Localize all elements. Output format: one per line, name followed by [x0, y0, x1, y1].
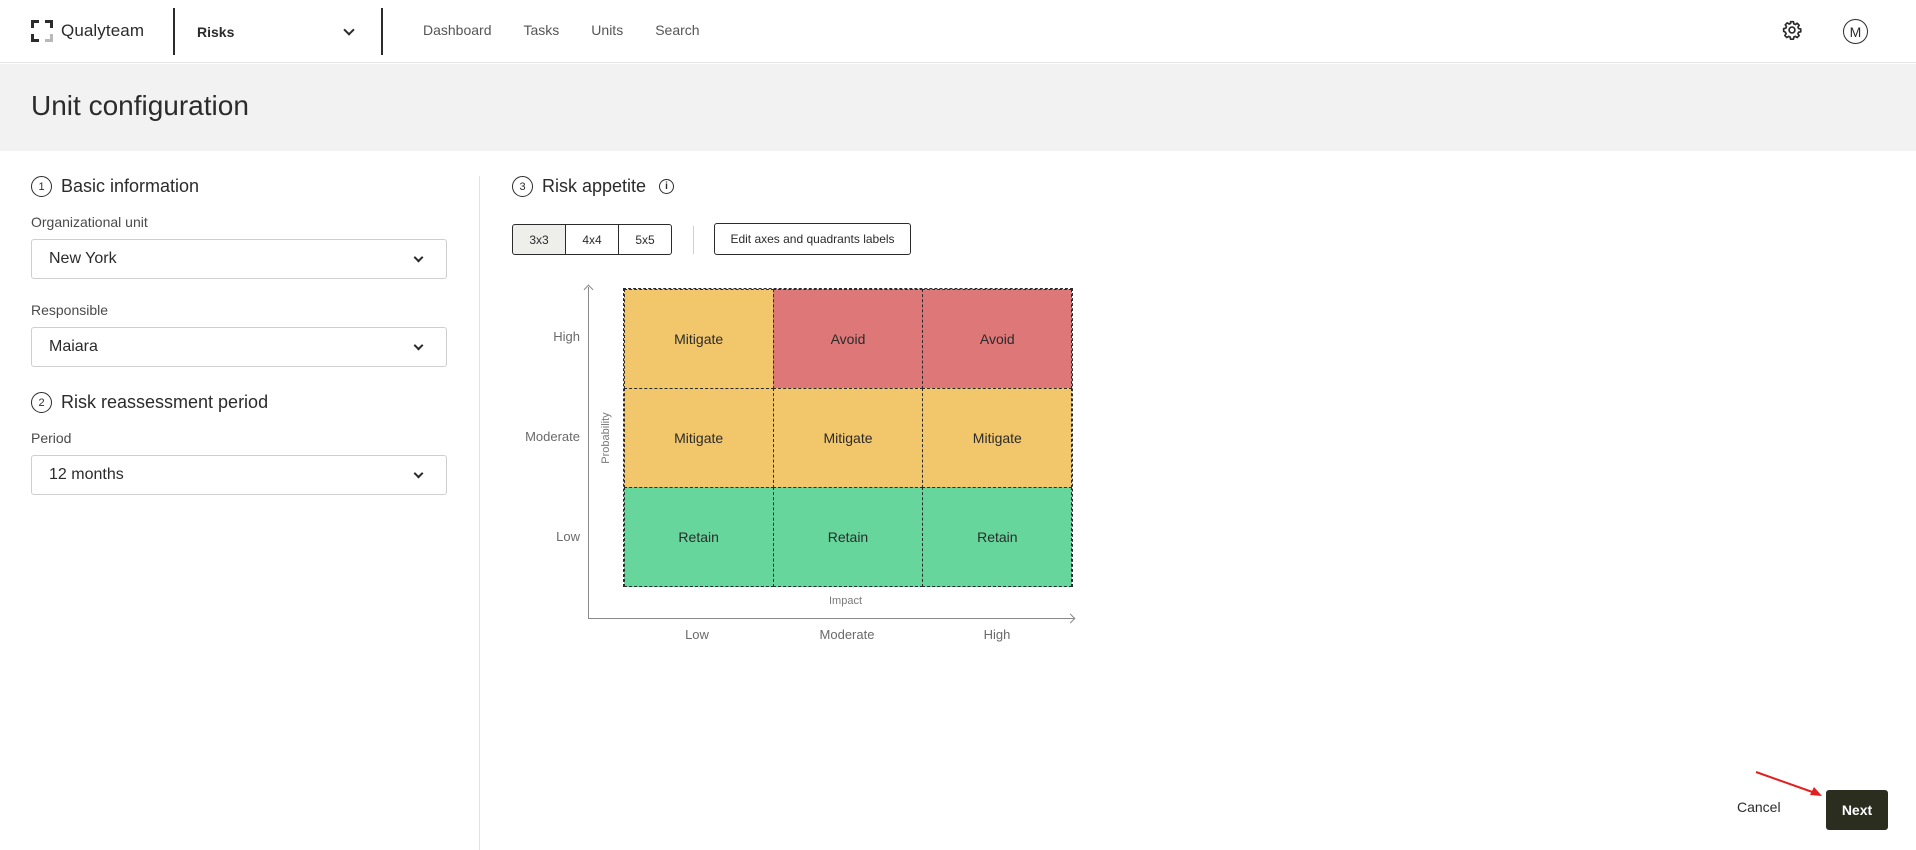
matrix-cell[interactable]: Mitigate	[772, 387, 924, 488]
step-number: 1	[31, 176, 52, 197]
responsible-select[interactable]: Maiara	[31, 327, 447, 367]
org-unit-select[interactable]: New York	[31, 239, 447, 279]
y-axis-line	[588, 287, 589, 619]
nav-units[interactable]: Units	[591, 22, 623, 38]
qualyteam-logo-icon	[31, 20, 53, 42]
period-value: 12 months	[49, 466, 124, 483]
matrix-cell[interactable]: Mitigate	[922, 387, 1073, 488]
y-label-moderate: Moderate	[525, 429, 580, 444]
matrix-cell[interactable]: Avoid	[772, 288, 924, 389]
y-label-low: Low	[556, 529, 580, 544]
arrow-right-icon	[1065, 613, 1076, 624]
y-label-high: High	[553, 329, 580, 344]
size-option-3x3[interactable]: 3x3	[512, 224, 566, 255]
next-button[interactable]: Next	[1826, 790, 1888, 830]
x-label-high: High	[983, 627, 1011, 642]
main-nav: Dashboard Tasks Units Search	[423, 22, 700, 38]
matrix-cell[interactable]: Mitigate	[623, 387, 774, 488]
section-title: Risk reassessment period	[61, 392, 269, 412]
y-axis-title: Probability	[600, 412, 612, 464]
arrow-up-icon	[583, 284, 594, 295]
nav-tasks[interactable]: Tasks	[524, 22, 560, 38]
risk-matrix: Mitigate Avoid Avoid Mitigate Mitigate M…	[623, 288, 1073, 587]
top-bar: Qualyteam Risks Dashboard Tasks Units Se…	[0, 0, 1916, 63]
x-label-moderate: Moderate	[819, 627, 875, 642]
org-unit-label: Organizational unit	[31, 214, 148, 230]
red-annotation-arrow-icon	[1755, 771, 1822, 796]
section-basic-information: 1 Basic information	[31, 176, 199, 197]
matrix-cell[interactable]: Avoid	[922, 288, 1073, 389]
section-risk-appetite: 3 Risk appetite i	[512, 176, 675, 197]
x-label-low: Low	[685, 627, 709, 642]
section-title: Risk appetite	[542, 176, 647, 196]
module-label: Risks	[197, 24, 235, 40]
user-avatar[interactable]: M	[1843, 19, 1868, 44]
size-option-5x5[interactable]: 5x5	[618, 224, 672, 255]
chevron-down-icon	[413, 252, 424, 262]
brand-name: Qualyteam	[61, 21, 145, 40]
chevron-down-icon	[343, 24, 355, 36]
org-unit-value: New York	[49, 250, 117, 267]
toolbar-divider	[693, 226, 694, 254]
x-axis-line	[588, 618, 1074, 619]
period-label: Period	[31, 430, 72, 446]
matrix-size-toggle: 3x3 4x4 5x5	[512, 224, 672, 255]
header-divider	[173, 8, 175, 55]
nav-dashboard[interactable]: Dashboard	[423, 22, 492, 38]
responsible-value: Maiara	[49, 338, 98, 355]
period-select[interactable]: 12 months	[31, 455, 447, 495]
section-title: Basic information	[61, 176, 200, 196]
module-selector[interactable]: Risks	[197, 21, 357, 43]
matrix-cell[interactable]: Retain	[922, 486, 1073, 587]
step-number: 2	[31, 392, 52, 413]
page-header: Unit configuration	[0, 64, 1916, 151]
brand-logo[interactable]: Qualyteam	[31, 18, 144, 44]
column-divider	[479, 176, 480, 850]
responsible-label: Responsible	[31, 302, 109, 318]
chevron-down-icon	[413, 340, 424, 350]
page-title: Unit configuration	[31, 90, 249, 121]
nav-search[interactable]: Search	[655, 22, 699, 38]
cancel-button[interactable]: Cancel	[1737, 799, 1781, 815]
x-axis-title: Impact	[829, 595, 863, 607]
step-number: 3	[512, 176, 533, 197]
matrix-cell[interactable]: Mitigate	[623, 288, 774, 389]
header-divider	[381, 8, 383, 55]
matrix-cell[interactable]: Retain	[623, 486, 774, 587]
matrix-cell[interactable]: Retain	[772, 486, 924, 587]
chevron-down-icon	[413, 468, 424, 478]
edit-labels-button[interactable]: Edit axes and quadrants labels	[714, 223, 911, 255]
settings-gear-icon[interactable]	[1782, 20, 1802, 40]
size-option-4x4[interactable]: 4x4	[565, 224, 619, 255]
info-icon[interactable]: i	[659, 179, 675, 194]
section-risk-reassessment: 2 Risk reassessment period	[31, 392, 268, 413]
